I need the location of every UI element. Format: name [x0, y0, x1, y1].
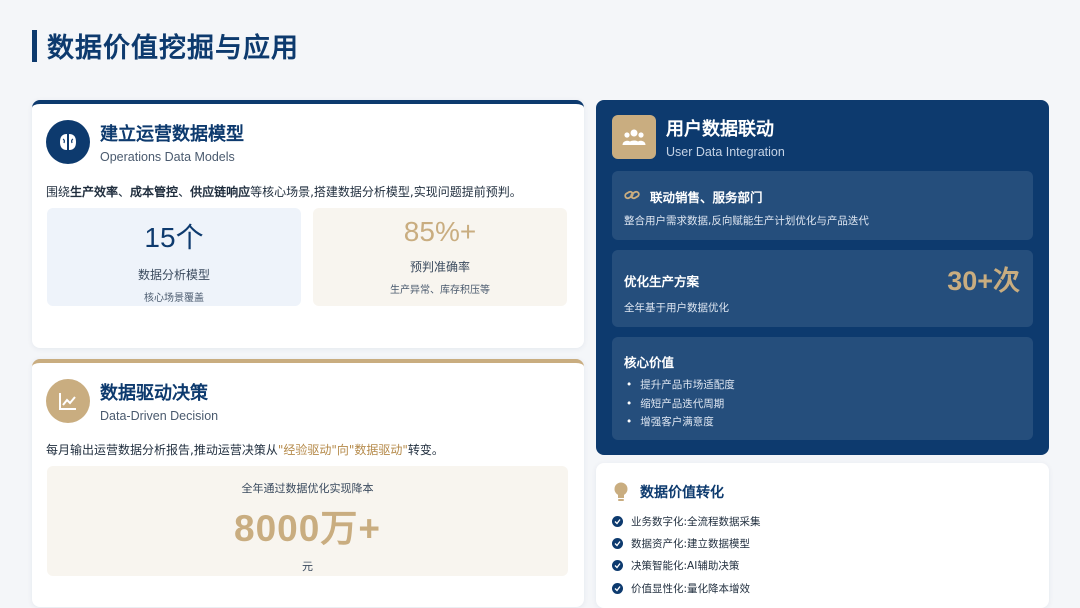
optimize-production-section: 优化生产方案 全年基于用户数据优化 30+次	[612, 250, 1033, 327]
link-title: 联动销售、服务部门	[650, 190, 763, 205]
list-item: 数据资产化:建立数据模型	[612, 532, 761, 554]
user-panel-title: 用户数据联动	[666, 119, 774, 140]
page-title-group: 数据价值挖掘与应用	[32, 26, 299, 65]
decision-card-header: 数据驱动决策 Data-Driven Decision	[46, 379, 218, 423]
list-item: 增强客户满意度	[626, 413, 735, 432]
user-panel-subtitle: User Data Integration	[666, 145, 785, 159]
stat-label: 数据分析模型	[137, 268, 210, 282]
list-item: 提升产品市场适配度	[626, 376, 735, 395]
value-card-header: 数据价值转化	[612, 481, 724, 503]
user-panel-header: 用户数据联动 User Data Integration	[612, 115, 785, 159]
chain-link-icon	[624, 190, 640, 200]
core-title: 核心价值	[624, 355, 675, 370]
list-item: 决策智能化:AI辅助决策	[612, 555, 761, 577]
decision-card-description: 每月输出运营数据分析报告,推动运营决策从"经验驱动"向"数据驱动"转变。	[46, 443, 444, 457]
decision-card-title: 数据驱动决策	[100, 383, 208, 404]
link-text: 整合用户需求数据,反向赋能生产计划优化与产品迭代	[624, 215, 869, 227]
value-card-title: 数据价值转化	[640, 485, 724, 501]
stat-value: 85%+	[403, 216, 477, 247]
check-circle-icon	[612, 537, 623, 549]
stat-accuracy: 85%+ 预判准确率 生产异常、库存积压等	[313, 208, 567, 306]
sales-service-link-section: 联动销售、服务部门 整合用户需求数据,反向赋能生产计划优化与产品迭代	[612, 171, 1033, 240]
chart-line-icon	[46, 379, 90, 423]
brain-icon	[46, 120, 90, 164]
title-accent-bar	[32, 29, 37, 62]
stat-sub: 核心场景覆盖	[144, 293, 204, 304]
opt-title: 优化生产方案	[624, 274, 700, 289]
page-title: 数据价值挖掘与应用	[47, 33, 299, 64]
users-icon	[612, 115, 656, 159]
opt-value: 30+次	[947, 266, 1020, 296]
stat-value: 15个	[144, 222, 204, 253]
stat-sub: 生产异常、库存积压等	[390, 285, 490, 296]
user-data-integration-panel: 用户数据联动 User Data Integration 联动销售、服务部门 整…	[596, 100, 1049, 455]
model-card-subtitle: Operations Data Models	[100, 150, 235, 164]
decision-card-subtitle: Data-Driven Decision	[100, 409, 219, 423]
data-value-transformation-card: 数据价值转化 业务数字化:全流程数据采集 数据资产化:建立数据模型 决策智能化:…	[596, 463, 1049, 608]
check-circle-icon	[612, 582, 623, 594]
check-circle-icon	[612, 515, 623, 527]
saving-unit: 元	[302, 560, 313, 573]
list-item: 价值显性化:量化降本增效	[612, 577, 761, 599]
operations-data-models-card: 建立运营数据模型 Operations Data Models 围绕生产效率、成…	[32, 100, 584, 348]
model-card-description: 围绕生产效率、成本管控、供应链响应等核心场景,搭建数据分析模型,实现问题提前预判…	[46, 185, 522, 199]
stat-label: 预判准确率	[409, 260, 470, 274]
list-item: 业务数字化:全流程数据采集	[612, 510, 761, 532]
saving-caption: 全年通过数据优化实现降本	[241, 482, 374, 495]
opt-text: 全年基于用户数据优化	[624, 302, 729, 314]
saving-value: 8000万+	[234, 508, 381, 549]
stat-models-count: 15个 数据分析模型 核心场景覆盖	[47, 208, 301, 306]
lightbulb-icon	[614, 482, 628, 501]
value-list: 业务数字化:全流程数据采集 数据资产化:建立数据模型 决策智能化:AI辅助决策 …	[612, 510, 761, 599]
list-item: 缩短产品迭代周期	[626, 395, 735, 414]
model-card-title: 建立运营数据模型	[100, 124, 244, 145]
data-driven-decision-card: 数据驱动决策 Data-Driven Decision 每月输出运营数据分析报告…	[32, 359, 584, 607]
cost-saving-box: 全年通过数据优化实现降本 8000万+ 元	[47, 466, 568, 576]
core-value-section: 核心价值 提升产品市场适配度 缩短产品迭代周期 增强客户满意度	[612, 337, 1033, 440]
model-card-header: 建立运营数据模型 Operations Data Models	[46, 120, 244, 164]
check-circle-icon	[612, 560, 623, 572]
core-value-list: 提升产品市场适配度 缩短产品迭代周期 增强客户满意度	[626, 376, 735, 432]
